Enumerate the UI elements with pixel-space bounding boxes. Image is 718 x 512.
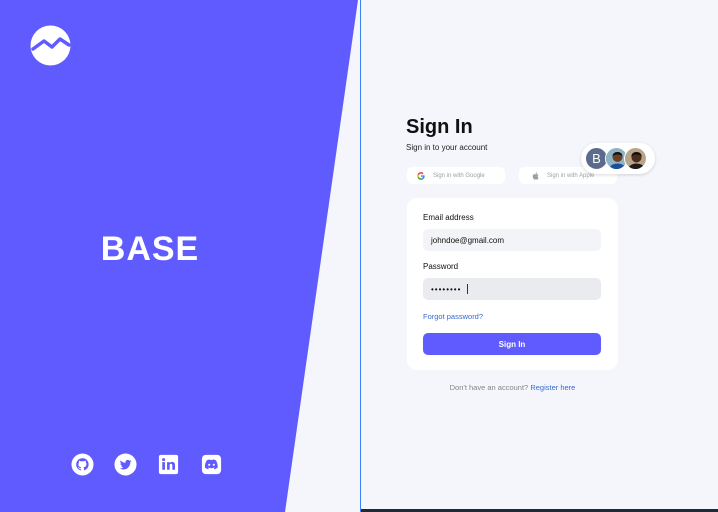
brand-panel: BASE bbox=[0, 0, 361, 512]
signin-form: Email address johndoe@gmail.com Password… bbox=[407, 198, 618, 370]
forgot-password-link[interactable]: Forgot password? bbox=[423, 312, 483, 321]
register-link[interactable]: Register here bbox=[530, 383, 575, 392]
social-links bbox=[71, 453, 223, 476]
email-label: Email address bbox=[423, 213, 474, 222]
linkedin-icon[interactable] bbox=[157, 453, 180, 476]
password-label: Password bbox=[423, 262, 459, 271]
google-signin-button[interactable]: Sign in with Google bbox=[407, 167, 505, 184]
email-value: johndoe@gmail.com bbox=[431, 235, 505, 245]
page-subtitle: Sign in to your account bbox=[406, 143, 488, 152]
page-title: Sign In bbox=[406, 116, 473, 138]
panel-divider bbox=[360, 0, 361, 512]
brand-name: BASE bbox=[100, 230, 200, 268]
github-icon[interactable] bbox=[71, 453, 94, 476]
discord-icon[interactable] bbox=[200, 453, 223, 476]
apple-signin-label: Sign in with Apple bbox=[547, 172, 595, 179]
register-prompt: Don't have an account? Register here bbox=[407, 383, 618, 392]
email-field[interactable]: johndoe@gmail.com bbox=[423, 229, 601, 251]
apple-icon bbox=[532, 171, 539, 180]
twitter-icon[interactable] bbox=[114, 453, 137, 476]
password-field[interactable]: •••••••• bbox=[423, 278, 601, 300]
text-caret bbox=[467, 284, 469, 294]
register-prompt-text: Don't have an account? bbox=[449, 383, 529, 392]
signin-button[interactable]: Sign In bbox=[423, 333, 601, 355]
google-icon bbox=[417, 171, 425, 180]
avatar-group: B bbox=[581, 143, 655, 174]
wave-logo-icon bbox=[30, 25, 71, 66]
password-value: •••••••• bbox=[431, 284, 462, 294]
google-signin-label: Sign in with Google bbox=[433, 172, 485, 179]
avatar bbox=[624, 147, 647, 170]
